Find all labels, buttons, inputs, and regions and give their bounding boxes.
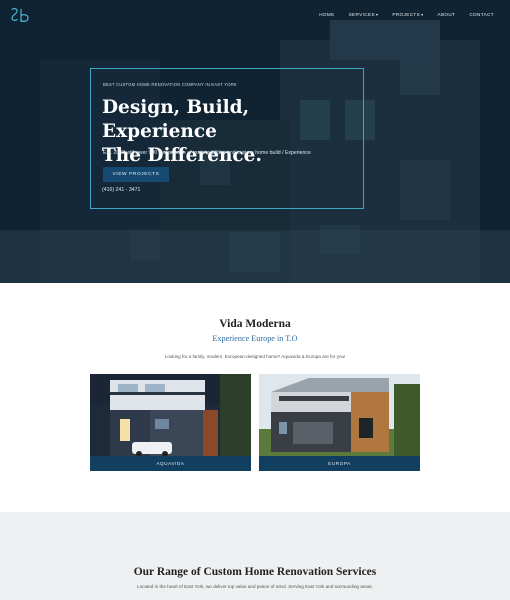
brand-logo[interactable]	[9, 7, 31, 25]
vida-subtitle: Experience Europe in T.O	[212, 334, 298, 343]
services-title: Our Range of Custom Home Renovation Serv…	[133, 566, 377, 578]
services-description: Located in the heart of East York, we de…	[137, 584, 373, 589]
hero-section: HOME SERVICES▾ PROJECTS▾ ABOUT CONTACT B…	[0, 0, 510, 283]
card-label-aquavida: AQUAVIDA	[90, 456, 251, 471]
view-projects-button[interactable]: VIEW PROJECTS	[103, 167, 169, 182]
hero-subtitle: Est. 2003 with over 900 thousand ft. of …	[103, 150, 311, 156]
europa-house-image	[259, 374, 420, 456]
nav-links: HOME SERVICES▾ PROJECTS▾ ABOUT CONTACT	[305, 12, 494, 17]
nav-item-projects[interactable]: PROJECTS▾	[392, 12, 423, 17]
vida-title: Vida Moderna	[219, 318, 291, 330]
services-section: Our Range of Custom Home Renovation Serv…	[0, 512, 510, 600]
hero-title: Design, Build, Experience The Difference…	[102, 96, 362, 168]
hero-title-line1: Design, Build, Experience	[102, 97, 250, 142]
project-card-aquavida[interactable]: AQUAVIDA	[90, 374, 251, 471]
chevron-down-icon: ▾	[421, 12, 424, 17]
nav-item-home[interactable]: HOME	[319, 12, 334, 17]
top-navbar: HOME SERVICES▾ PROJECTS▾ ABOUT CONTACT	[0, 0, 510, 32]
nav-item-contact[interactable]: CONTACT	[469, 12, 494, 17]
nav-item-services[interactable]: SERVICES▾	[349, 12, 379, 17]
nav-item-about[interactable]: ABOUT	[438, 12, 456, 17]
project-card-europa[interactable]: EUROPA	[259, 374, 420, 471]
card-label-europa: EUROPA	[259, 456, 420, 471]
vida-description: Looking for a family, modern, European-d…	[164, 354, 346, 359]
chevron-down-icon: ▾	[375, 12, 379, 17]
hero-tagline: BEST CUSTOM HOME RENOVATION COMPANY IN E…	[103, 82, 237, 87]
aquavida-house-image	[90, 374, 251, 456]
phone-number[interactable]: (416) 241 - 3471	[102, 187, 140, 193]
